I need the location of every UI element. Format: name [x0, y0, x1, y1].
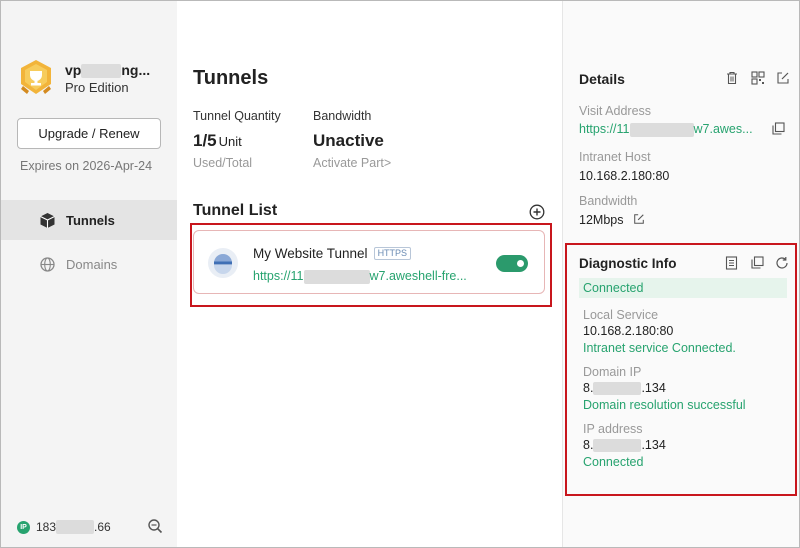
activate-part-link[interactable]: Activate Part>	[313, 156, 391, 170]
upgrade-renew-button[interactable]: Upgrade / Renew	[17, 118, 161, 149]
details-title: Details	[579, 71, 625, 87]
visit-address-suffix: w7.awes...	[693, 122, 753, 136]
bandwidth-detail-value: 12Mbps	[579, 213, 645, 228]
globe-icon	[38, 255, 56, 273]
tunnel-quantity-value: 1/5 Unit	[193, 131, 242, 151]
qr-code-icon[interactable]	[751, 71, 765, 85]
ip-prefix: 183	[36, 520, 57, 534]
trash-icon[interactable]	[725, 71, 739, 85]
redacted-block	[56, 520, 95, 534]
tunnel-enable-toggle[interactable]	[496, 255, 528, 272]
search-zoom-icon[interactable]	[147, 518, 163, 534]
tunnel-list-title: Tunnel List	[193, 202, 278, 219]
quantity-unit: Unit	[218, 134, 242, 149]
visit-address-prefix: https://11	[579, 122, 630, 136]
bandwidth-detail-label: Bandwidth	[579, 194, 638, 208]
tunnel-name: My Website Tunnel HTTPS	[253, 246, 412, 261]
tunnel-card[interactable]: My Website Tunnel HTTPS https://11 w7.awe…	[193, 230, 545, 294]
tunnel-quantity-label: Tunnel Quantity	[193, 109, 281, 123]
url-suffix: w7.aweshell-fre...	[369, 269, 467, 283]
ip-suffix: .66	[94, 520, 111, 534]
tunnel-logo-icon	[208, 248, 238, 278]
quantity-sub-label: Used/Total	[193, 156, 253, 170]
tunnel-url-link[interactable]: https://11 w7.aweshell-fre...	[253, 269, 467, 284]
copy-icon[interactable]	[772, 122, 786, 136]
sidebar-item-tunnels[interactable]: Tunnels	[1, 200, 177, 240]
bandwidth-text: 12Mbps	[579, 213, 624, 227]
edit-bandwidth-icon[interactable]	[633, 213, 645, 228]
protocol-badge: HTTPS	[373, 247, 412, 260]
bandwidth-value: Unactive	[313, 131, 384, 150]
public-ip-row: IP 183 .66	[17, 520, 111, 534]
trophy-avatar-icon[interactable]	[17, 58, 55, 96]
edition-label: Pro Edition	[65, 80, 129, 95]
sidebar-item-domains[interactable]: Domains	[1, 244, 177, 284]
visit-address-link[interactable]: https://11 w7.awes...	[579, 122, 753, 137]
intranet-host-label: Intranet Host	[579, 150, 651, 164]
redacted-block	[629, 122, 694, 137]
cube-icon	[38, 211, 56, 229]
highlight-box-diagnostic	[565, 243, 797, 496]
app-window: vp ng... Pro Edition Upgrade / Renew Expi…	[0, 0, 800, 548]
tunnel-name-text: My Website Tunnel	[253, 246, 368, 261]
visit-address-label: Visit Address	[579, 104, 652, 118]
user-name: vp ng...	[65, 62, 151, 79]
expiry-text: Expires on 2026-Apr-24	[20, 159, 153, 173]
add-tunnel-icon[interactable]	[529, 204, 545, 220]
edit-icon[interactable]	[776, 71, 790, 85]
intranet-host-value: 10.168.2.180:80	[579, 169, 670, 183]
page-title: Tunnels	[193, 67, 269, 89]
sidebar: vp ng... Pro Edition Upgrade / Renew Expi…	[1, 1, 177, 547]
ip-badge-icon: IP	[17, 520, 30, 534]
user-name-prefix: vp	[65, 62, 82, 78]
redacted-block	[81, 64, 122, 79]
sidebar-item-label: Tunnels	[66, 212, 115, 228]
url-prefix: https://11	[253, 269, 304, 283]
quantity-number: 1/5	[193, 131, 217, 150]
bandwidth-label: Bandwidth	[313, 109, 372, 123]
user-name-suffix: ng...	[121, 62, 151, 78]
sidebar-item-label: Domains	[66, 256, 118, 272]
redacted-block	[303, 269, 370, 284]
